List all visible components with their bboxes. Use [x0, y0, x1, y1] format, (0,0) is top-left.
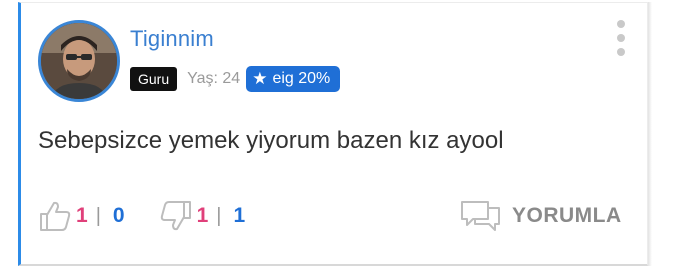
dislike-separator: | [216, 204, 222, 227]
thumbs-up-icon[interactable] [38, 199, 72, 233]
comment-button-label: YORUMLA [512, 204, 622, 227]
comment-icon [461, 201, 500, 231]
rank-badge: Guru [130, 67, 178, 91]
comment-button[interactable]: YORUMLA [460, 196, 622, 236]
star-icon: ★ [252, 69, 268, 88]
post-message: Sebepsizce yemek yiyorum bazen kız ayool [38, 127, 504, 154]
more-options-icon[interactable] [614, 20, 628, 56]
like-separator: | [95, 204, 101, 227]
dislike-count-blue: 1 [233, 204, 246, 227]
like-count-pink: 1 [76, 204, 88, 227]
like-count-blue: 0 [112, 204, 125, 227]
username[interactable]: Tiginnim [130, 26, 214, 52]
page-frame: Tiginnim Guru Yaş: 24 ★ eig 20% Sebepsiz… [0, 0, 690, 269]
avatar[interactable] [38, 20, 120, 102]
dislike-count-pink: 1 [196, 204, 209, 227]
user-badges: Guru Yaş: 24 ★ eig 20% [130, 66, 341, 92]
age-label: Yaş: 24 [187, 70, 241, 87]
thumbs-down-icon[interactable] [159, 199, 193, 233]
card-edge-shadow [648, 2, 652, 266]
eig-badge-label: eig 20% [272, 70, 331, 87]
eig-badge: ★ eig 20% [246, 66, 341, 92]
reaction-bar: 1 | 0 1 | 1 [38, 198, 245, 234]
